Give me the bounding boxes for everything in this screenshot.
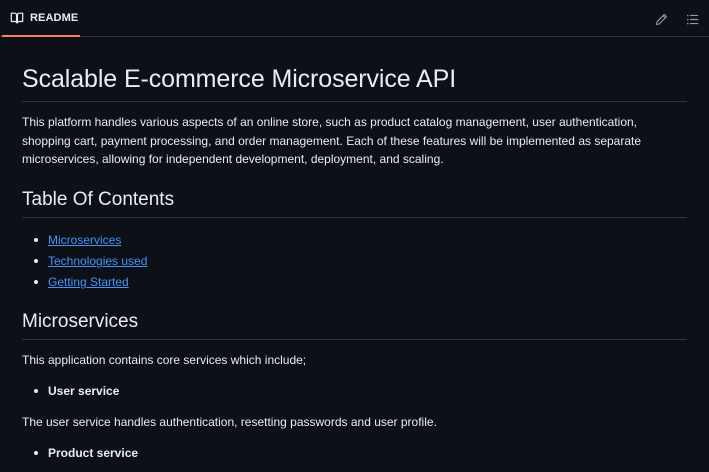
microservices-heading: Microservices [22,309,687,340]
product-service-item: Product service [33,446,139,460]
microservices-intro: This application contains core services … [22,353,307,367]
toc-item: Technologies used [33,251,147,272]
user-service-item: User service [33,384,120,398]
user-service-list: User service [22,382,119,400]
list-icon [686,13,699,26]
toc-item: Microservices [33,230,147,251]
product-service-list: Product service [22,444,138,462]
toc-link-technologies-used[interactable]: Technologies used [48,254,147,268]
readme-header: README [0,0,709,37]
readme-tab-label: README [30,11,79,24]
pencil-icon [655,13,668,26]
readme-title: Scalable E-commerce Microservice API [22,63,687,102]
toc-item: Getting Started [33,272,147,293]
edit-file-button[interactable] [651,9,671,29]
book-icon [10,11,24,25]
toc-heading: Table Of Contents [22,187,687,218]
outline-button[interactable] [682,9,702,29]
readme-panel: README Scalable E-commerce Microservice … [0,0,709,472]
intro-paragraph: This platform handles various aspects of… [22,115,642,166]
toc-link-getting-started[interactable]: Getting Started [48,275,129,289]
user-service-description: The user service handles authentication,… [22,415,437,429]
toc-link-microservices[interactable]: Microservices [48,233,121,247]
readme-tab[interactable]: README [2,0,80,37]
toc-list: Microservices Technologies used Getting … [22,230,147,293]
